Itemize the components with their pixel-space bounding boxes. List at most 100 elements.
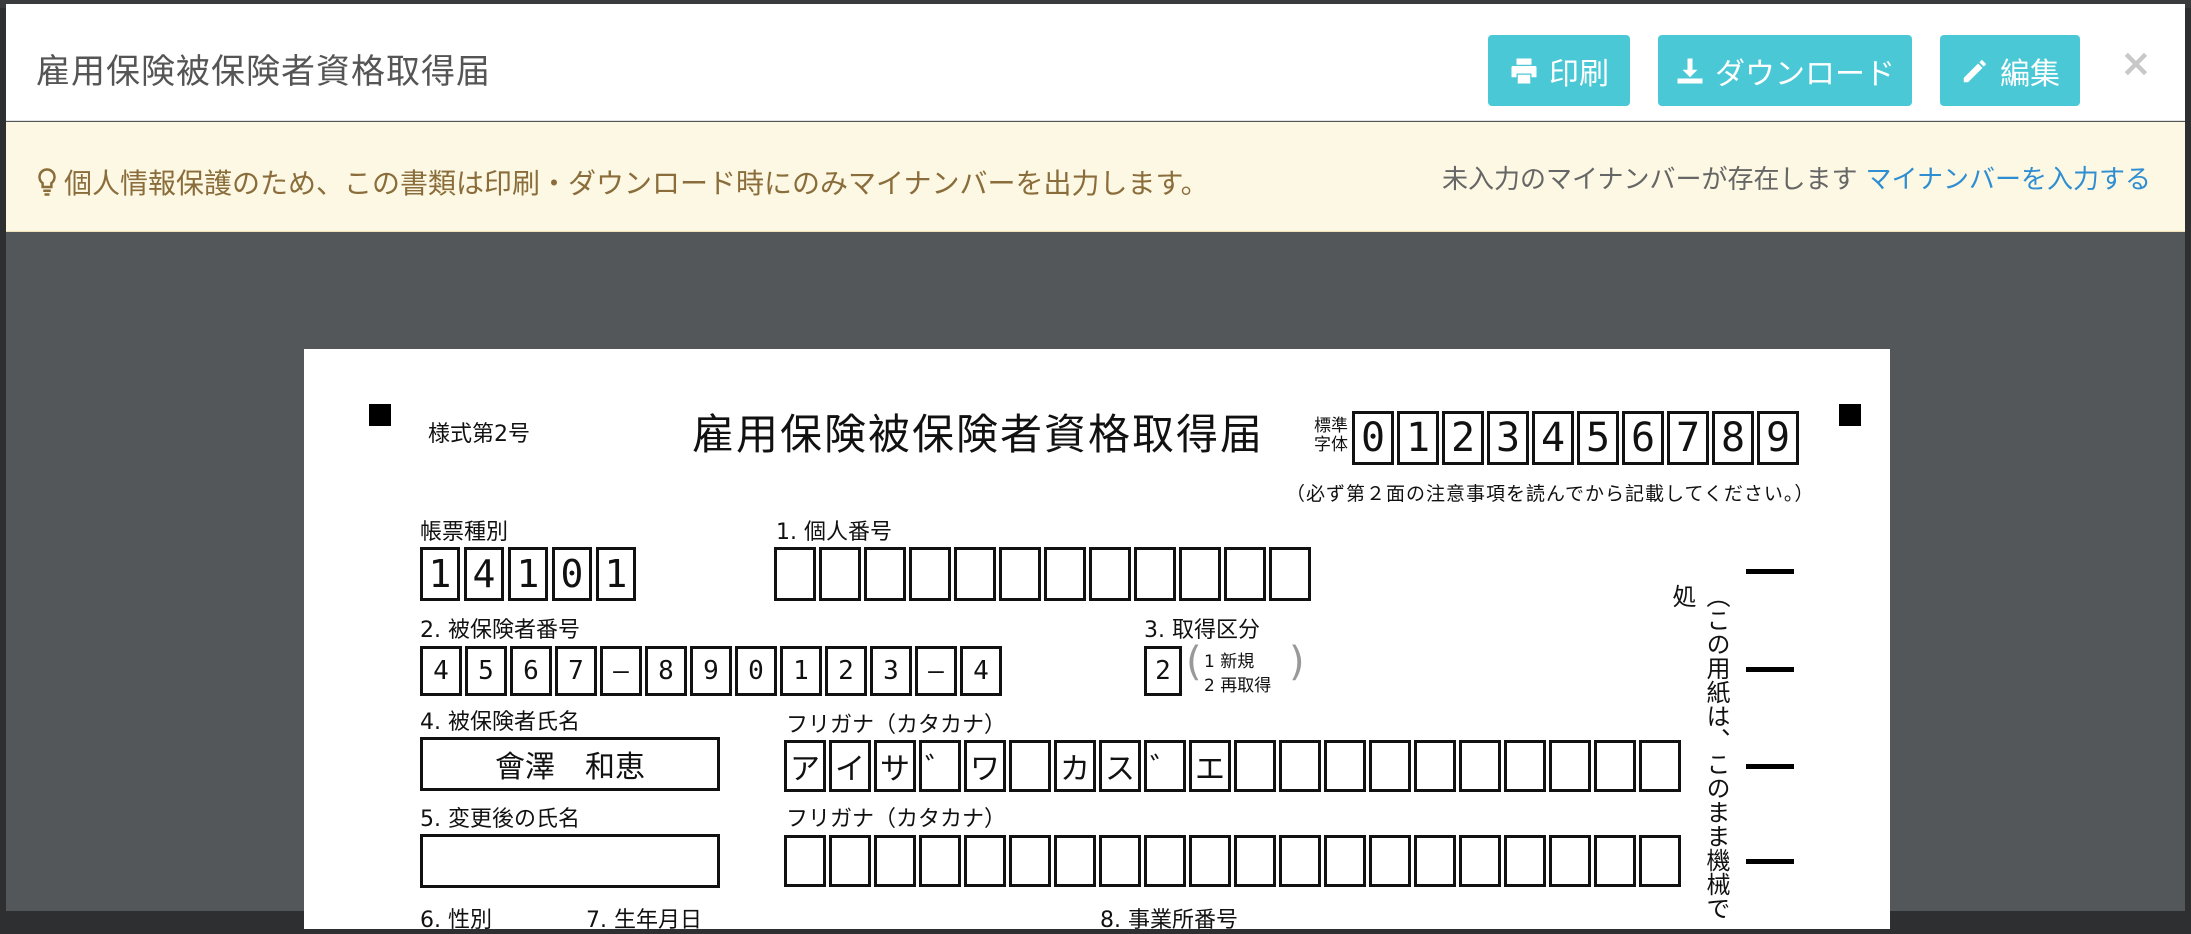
furigana-box: ア	[784, 740, 826, 792]
notice-status: 未入力のマイナンバーが存在します	[1442, 165, 1858, 195]
personal-number-box	[864, 547, 906, 601]
personal-number-box	[1089, 547, 1131, 601]
standard-digit-box: 3	[1487, 411, 1529, 465]
personal-number-box	[1269, 547, 1311, 601]
personal-number-box	[909, 547, 951, 601]
edit-button[interactable]: 編集	[1940, 35, 2080, 106]
acquisition-paren-close: )	[1289, 639, 1305, 685]
furigana-box	[1009, 835, 1051, 887]
furigana-box: エ	[1189, 740, 1231, 792]
printer-icon	[1511, 58, 1537, 83]
office-number-label: 8. 事業所番号	[1100, 908, 1238, 933]
furigana-box	[1459, 835, 1501, 887]
personal-number-box	[954, 547, 996, 601]
standard-digit-box: 7	[1667, 411, 1709, 465]
personal-number-box	[1134, 547, 1176, 601]
download-button[interactable]: ダウンロード	[1658, 35, 1912, 106]
personal-number-box	[999, 547, 1041, 601]
insured-number-box: 9	[690, 646, 732, 696]
furigana-box	[1009, 740, 1051, 792]
furigana-box	[1099, 835, 1141, 887]
insured-number-box: 1	[780, 646, 822, 696]
gender-label: 6. 性別	[420, 908, 492, 933]
instruction-note: （必ず第２面の注意事項を読んでから記載してください。）	[1286, 483, 1815, 505]
standard-digit-box: 0	[1352, 411, 1394, 465]
standard-digit-box: 9	[1757, 411, 1799, 465]
furigana-box	[1054, 835, 1096, 887]
enter-mynumber-link[interactable]: マイナンバーを入力する	[1866, 165, 2151, 195]
furigana-box: カ	[1054, 740, 1096, 792]
furigana-label-2: フリガナ（カタカナ）	[786, 807, 1007, 832]
furigana-box	[1144, 835, 1186, 887]
insured-number-box: 5	[465, 646, 507, 696]
insured-name-box: 會澤 和恵	[420, 737, 720, 791]
personal-number-label: 1. 個人番号	[776, 520, 892, 545]
furigana-box	[1414, 740, 1456, 792]
close-icon[interactable]: ×	[2120, 44, 2152, 82]
standard-digit-box: 2	[1442, 411, 1484, 465]
furigana-box	[964, 835, 1006, 887]
furigana-box	[1234, 835, 1276, 887]
margin-dash	[1746, 569, 1794, 574]
lightbulb-icon	[38, 168, 56, 196]
side-note: （この用紙は、このまま機械で処	[1668, 584, 1730, 920]
furigana-box	[1324, 835, 1366, 887]
furigana-box	[1504, 740, 1546, 792]
personal-number-box	[1044, 547, 1086, 601]
personal-number-box	[1224, 547, 1266, 601]
form-number: 様式第2号	[428, 422, 530, 447]
furigana-box	[784, 835, 826, 887]
furigana-box	[1639, 740, 1681, 792]
standard-digit-box: 6	[1622, 411, 1664, 465]
standard-digit-box: 8	[1712, 411, 1754, 465]
margin-dash	[1746, 667, 1794, 672]
form-type-label: 帳票種別	[420, 520, 509, 545]
personal-number-box	[1179, 547, 1221, 601]
mynumber-notice: 個人情報保護のため、この書類は印刷・ダウンロード時にのみマイナンバーを出力します…	[6, 122, 2185, 232]
modal-header: 雇用保険被保険者資格取得届 印刷 ダウンロード 編集 ×	[6, 4, 2185, 121]
furigana-box	[1279, 740, 1321, 792]
furigana-box	[1189, 835, 1231, 887]
margin-dash	[1746, 859, 1794, 864]
registration-mark	[1839, 404, 1861, 426]
furigana-box	[1414, 835, 1456, 887]
furigana-box: サ	[874, 740, 916, 792]
acquisition-option-new: 1 新規	[1204, 652, 1255, 672]
furigana-box	[1639, 835, 1681, 887]
furigana-box	[1369, 835, 1411, 887]
pencil-icon	[1963, 59, 1987, 82]
changed-name-label: 5. 変更後の氏名	[420, 807, 580, 832]
furigana-box	[1504, 835, 1546, 887]
insured-number-box: 3	[870, 646, 912, 696]
insured-number-label: 2. 被保険者番号	[420, 618, 580, 643]
furigana-box	[1549, 835, 1591, 887]
margin-dash	[1746, 764, 1794, 769]
notice-message: 個人情報保護のため、この書類は印刷・ダウンロード時にのみマイナンバーを出力します…	[64, 167, 1209, 200]
acquisition-paren-open: (	[1186, 639, 1202, 685]
furigana-box	[1279, 835, 1321, 887]
form-type-digit-box: 0	[552, 547, 592, 601]
form-title: 雇用保険被保険者資格取得届	[692, 410, 1265, 459]
notice-message-row: 個人情報保護のため、この書類は印刷・ダウンロード時にのみマイナンバーを出力します…	[36, 162, 1209, 202]
insured-number-box: 6	[510, 646, 552, 696]
standard-digit-box: 1	[1397, 411, 1439, 465]
birthdate-label: 7. 生年月日	[586, 908, 702, 933]
furigana-box	[1594, 835, 1636, 887]
insured-number-box: 0	[735, 646, 777, 696]
form-type-digit-box: 1	[508, 547, 548, 601]
form-type-digit-box: 1	[420, 547, 460, 601]
insured-number-box: 8	[645, 646, 687, 696]
print-button[interactable]: 印刷	[1488, 35, 1630, 106]
standard-font-label: 標準 字体	[1314, 416, 1348, 455]
furigana-box: ゛	[1144, 740, 1186, 792]
furigana-box	[874, 835, 916, 887]
insured-name-label: 4. 被保険者氏名	[420, 710, 580, 735]
document-modal: 雇用保険被保険者資格取得届 印刷 ダウンロード 編集 × 個人情報保護のため、こ…	[6, 4, 2185, 933]
acquisition-type-label: 3. 取得区分	[1144, 618, 1260, 643]
insured-number-box: 4	[420, 646, 462, 696]
standard-digit-box: 5	[1577, 411, 1619, 465]
furigana-box	[919, 835, 961, 887]
changed-name-box	[420, 834, 720, 888]
download-icon	[1677, 58, 1703, 83]
furigana-box	[1594, 740, 1636, 792]
